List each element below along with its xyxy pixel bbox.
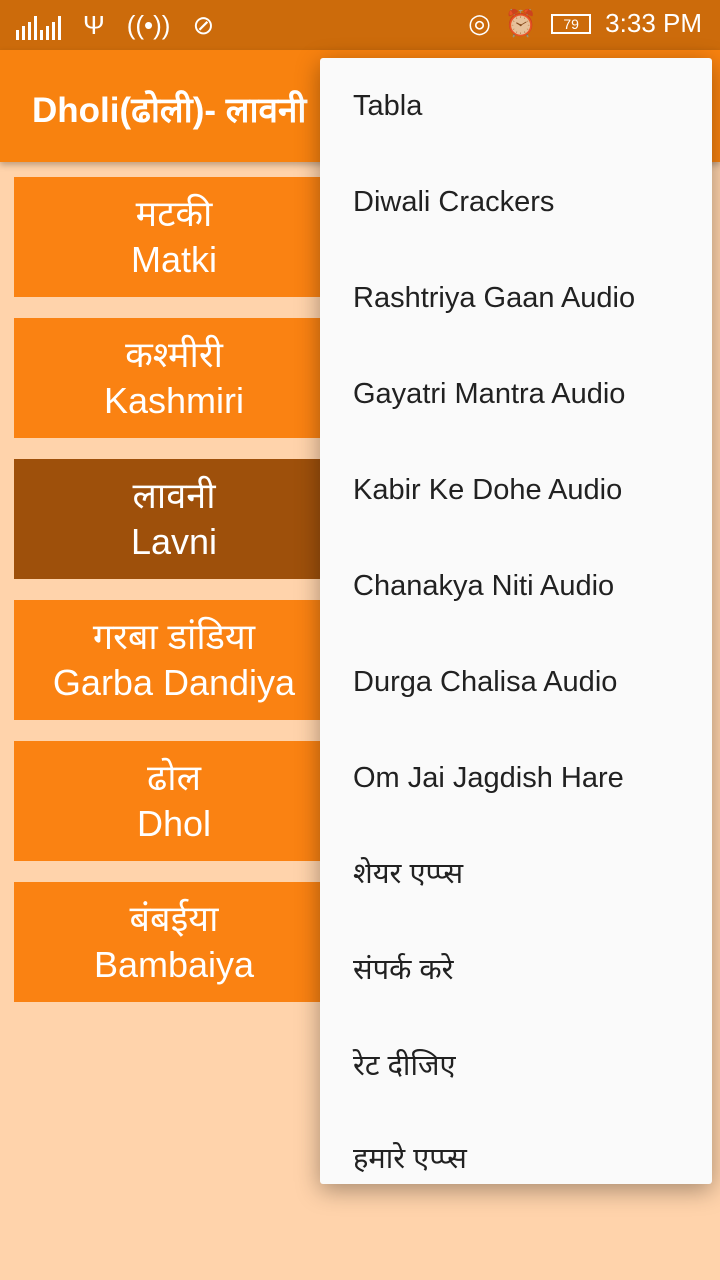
button-garba-dandiya[interactable]: गरबा डांडिया Garba Dandiya <box>14 600 334 720</box>
no-sound-icon: ⊘ <box>192 10 215 40</box>
usb-icon: Ψ <box>83 10 105 40</box>
menu-item[interactable]: Gayatri Mantra Audio <box>320 346 712 442</box>
clock: 3:33 PM <box>605 8 702 38</box>
button-label-hi: लावनी <box>132 475 216 516</box>
menu-item[interactable]: शेयर एप्प्स <box>320 826 712 922</box>
button-label-hi: ढोल <box>146 757 201 798</box>
menu-item[interactable]: Durga Chalisa Audio <box>320 634 712 730</box>
button-bambaiya[interactable]: बंबईया Bambaiya <box>14 882 334 1002</box>
button-dhol[interactable]: ढोल Dhol <box>14 741 334 861</box>
button-matki[interactable]: मटकी Matki <box>14 177 334 297</box>
button-lavni[interactable]: लावनी Lavni <box>14 459 334 579</box>
menu-item[interactable]: रेट दीजिए <box>320 1018 712 1114</box>
menu-item[interactable]: संपर्क करे <box>320 922 712 1018</box>
button-label-en: Lavni <box>130 521 218 562</box>
button-label-en: Bambaiya <box>93 944 255 985</box>
menu-item[interactable]: Rashtriya Gaan Audio <box>320 250 712 346</box>
menu-item[interactable]: Diwali Crackers <box>320 154 712 250</box>
wifi-icon: ◎ <box>468 8 491 38</box>
button-label-hi: गरबा डांडिया <box>92 616 256 657</box>
button-label-en: Dhol <box>136 803 212 844</box>
battery-icon: 79 <box>551 13 592 34</box>
status-bar: Ψ ((•)) ⊘ ◎ ⏰ 79 3:33 PM <box>0 0 720 50</box>
battery-level: 79 <box>563 15 579 32</box>
hotspot-icon: ((•)) <box>126 10 171 40</box>
alarm-icon: ⏰ <box>504 8 538 38</box>
signal-icon <box>16 12 61 40</box>
button-label-en: Garba Dandiya <box>52 662 296 703</box>
button-list: मटकी Matki कश्मीरी Kashmiri लावनी Lavni गरबा ड… <box>14 177 334 1023</box>
menu-item[interactable]: Om Jai Jagdish Hare <box>320 730 712 826</box>
button-label-hi: कश्मीरी <box>125 334 223 375</box>
button-label-hi: मटकी <box>135 193 213 234</box>
menu-item[interactable]: Kabir Ke Dohe Audio <box>320 442 712 538</box>
menu-item[interactable]: Chanakya Niti Audio <box>320 538 712 634</box>
button-label-en: Kashmiri <box>103 380 245 421</box>
button-kashmiri[interactable]: कश्मीरी Kashmiri <box>14 318 334 438</box>
button-label-en: Matki <box>130 239 217 280</box>
button-label-hi: बंबईया <box>129 898 219 939</box>
overflow-menu: Tabla Diwali Crackers Rashtriya Gaan Audio… <box>320 58 712 1184</box>
menu-item[interactable]: हमारे एप्प्स <box>320 1114 712 1184</box>
menu-item[interactable]: Tabla <box>320 58 712 154</box>
page-title: Dholi(ढोली)- लावनी <box>32 91 307 130</box>
